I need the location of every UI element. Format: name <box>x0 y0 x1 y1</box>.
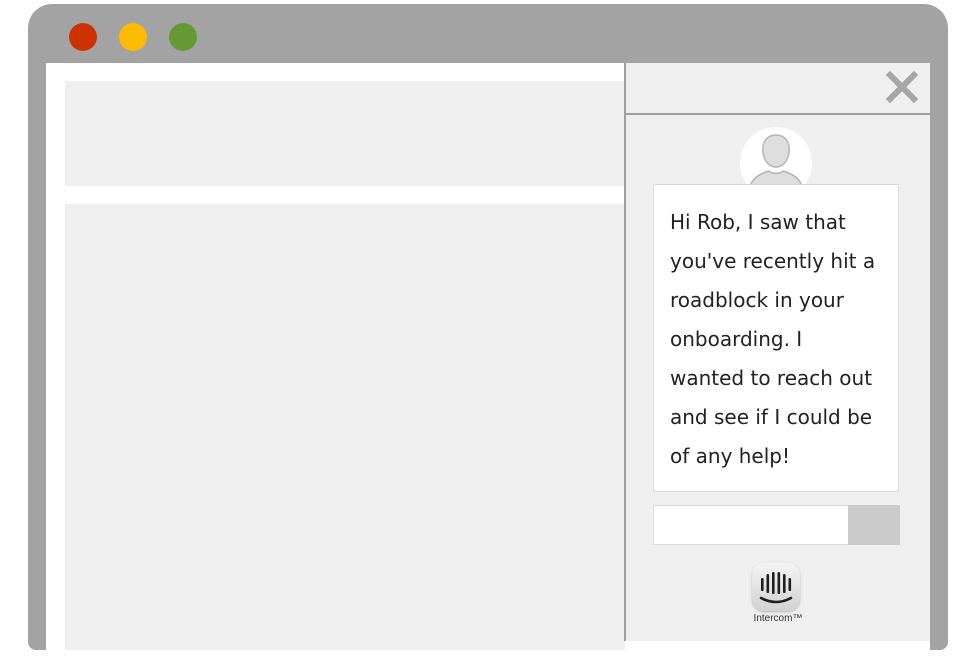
content-placeholder-body <box>65 204 625 650</box>
content-placeholder-header <box>65 81 625 186</box>
reply-input[interactable] <box>653 505 849 545</box>
window-minimize-dot[interactable] <box>119 23 147 51</box>
chat-panel: Hi Rob, I saw that you've recently hit a… <box>624 63 930 641</box>
send-button[interactable] <box>848 505 900 545</box>
intercom-logo <box>752 563 800 611</box>
intercom-brand-name: Intercom™ <box>753 613 803 624</box>
chat-header <box>626 63 930 115</box>
window-maximize-dot[interactable] <box>169 23 197 51</box>
window-close-dot[interactable] <box>69 23 97 51</box>
chat-message-bubble: Hi Rob, I saw that you've recently hit a… <box>653 184 899 492</box>
close-icon[interactable] <box>884 69 920 105</box>
